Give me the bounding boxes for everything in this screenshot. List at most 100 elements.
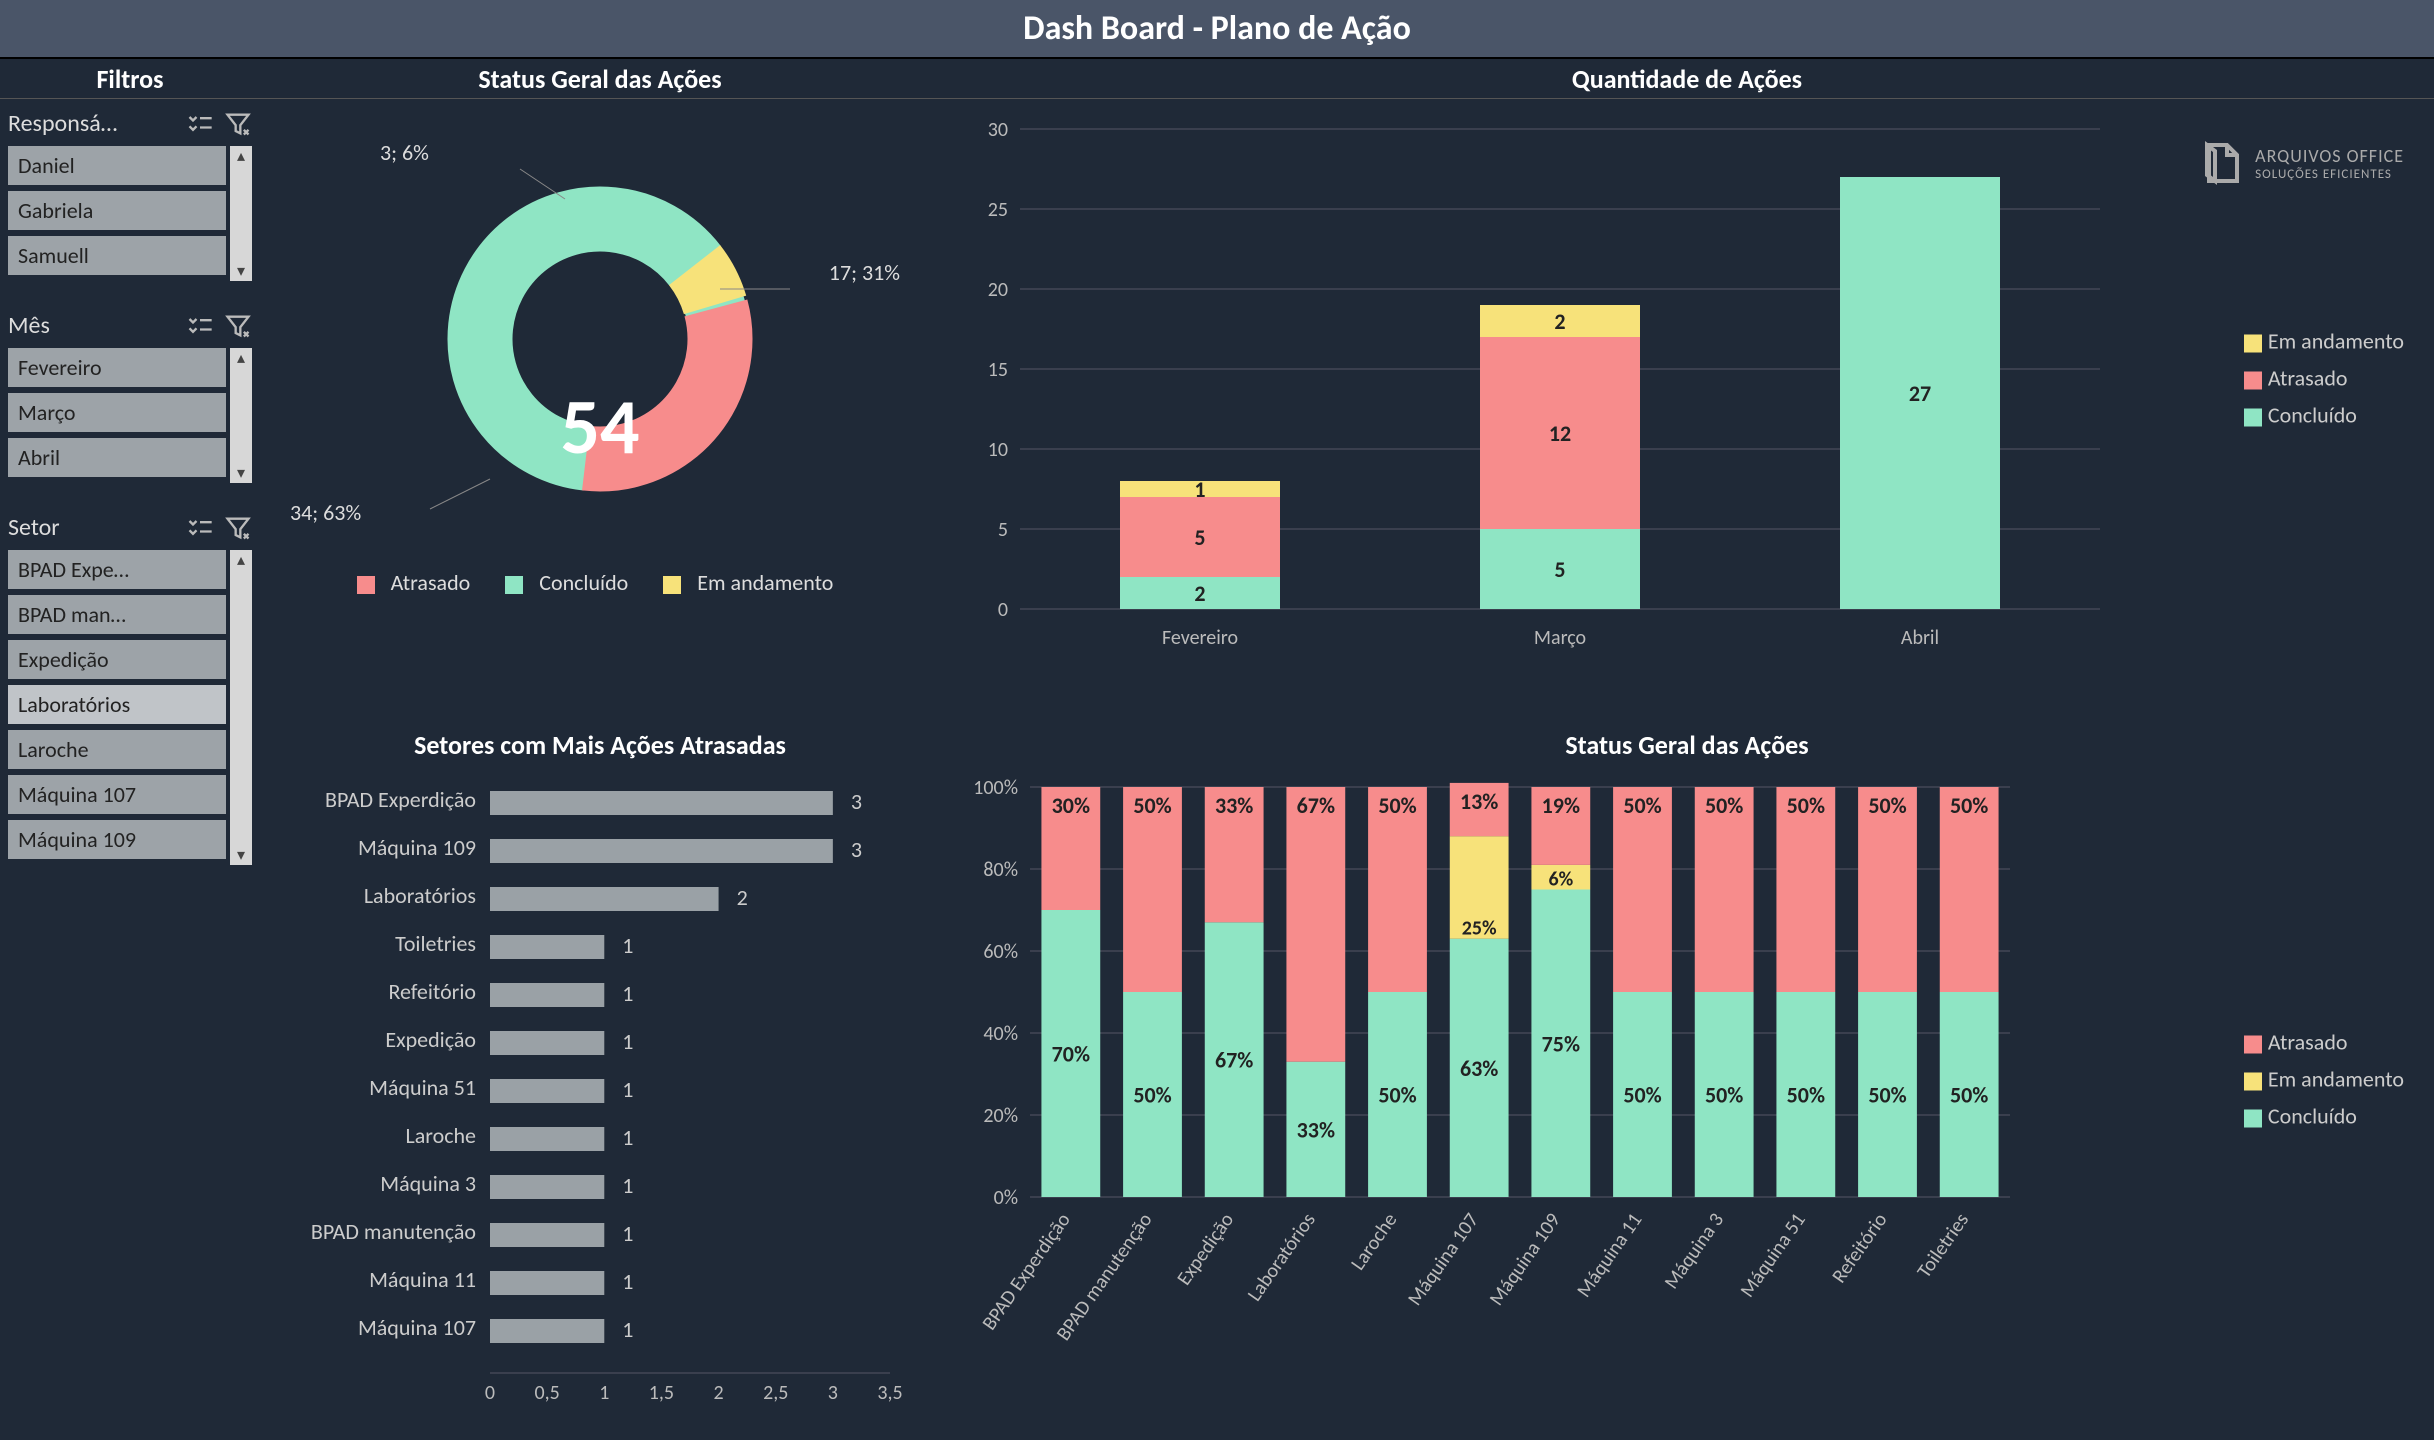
svg-text:1: 1 [622, 1124, 633, 1151]
svg-text:50%: 50% [1133, 792, 1171, 819]
svg-text:1: 1 [1194, 476, 1205, 503]
svg-text:50%: 50% [1705, 1082, 1743, 1109]
donut-header: Status Geral das Ações [260, 59, 940, 99]
svg-text:1: 1 [622, 1076, 633, 1103]
multiselect-icon[interactable] [186, 514, 214, 542]
svg-text:6%: 6% [1548, 868, 1573, 892]
scrollbar[interactable]: ▴▾ [230, 348, 252, 483]
svg-text:25: 25 [988, 198, 1008, 222]
svg-text:33%: 33% [1215, 792, 1253, 819]
svg-text:Abril: Abril [1901, 626, 1939, 650]
status2-chart: 0%20%40%60%80%100%BPAD ExperdiçãoBPAD ma… [950, 767, 2190, 1417]
svg-text:63%: 63% [1460, 1055, 1498, 1082]
status2-header: Status Geral das Ações [950, 729, 2424, 761]
slicer-item[interactable]: Samuell [8, 236, 226, 275]
svg-text:Máquina 109: Máquina 109 [1485, 1209, 1566, 1311]
brand-logo: ARQUIVOS OFFICESOLUÇÕES EFICIENTES [2197, 139, 2404, 187]
donut-label-atrasado: 17; 31% [829, 259, 900, 286]
slicer-item[interactable]: Abril [8, 438, 226, 477]
svg-text:25%: 25% [1462, 917, 1497, 941]
clear-filter-icon[interactable] [224, 312, 252, 340]
svg-text:1,5: 1,5 [649, 1381, 674, 1405]
svg-text:1: 1 [622, 1028, 633, 1055]
scrollbar[interactable]: ▴▾ [230, 550, 252, 865]
slicer-responsavel-label: Responsá… [8, 109, 176, 138]
sectors-panel: Setores com Mais Ações Atrasadas BPAD Ex… [260, 719, 940, 1439]
filters-panel: Responsá… Daniel Gabriela Samuell ▴▾ Mês [0, 99, 260, 1439]
svg-text:0%: 0% [994, 1186, 1018, 1210]
svg-text:5: 5 [1194, 524, 1205, 551]
svg-text:1: 1 [599, 1381, 609, 1405]
slicer-item[interactable]: BPAD man… [8, 595, 226, 634]
slicer-item[interactable]: Máquina 109 [8, 820, 226, 859]
svg-text:50%: 50% [1705, 792, 1743, 819]
svg-text:2: 2 [1554, 308, 1565, 335]
svg-text:75%: 75% [1542, 1030, 1580, 1057]
filters-header: Filtros [0, 59, 260, 99]
clear-filter-icon[interactable] [224, 110, 252, 138]
svg-text:60%: 60% [983, 940, 1018, 964]
svg-text:Máquina 51: Máquina 51 [369, 1074, 476, 1101]
sectors-chart: BPAD Experdição3Máquina 1093Laboratórios… [270, 767, 930, 1427]
svg-text:Máquina 3: Máquina 3 [380, 1170, 476, 1197]
svg-text:50%: 50% [1623, 792, 1661, 819]
svg-text:50%: 50% [1787, 792, 1825, 819]
slicer-item[interactable]: Laboratórios [8, 685, 226, 724]
svg-text:5: 5 [998, 518, 1008, 542]
svg-text:Expedição: Expedição [385, 1026, 476, 1053]
scrollbar[interactable]: ▴▾ [230, 146, 252, 281]
slicer-item[interactable]: Expedição [8, 640, 226, 679]
svg-text:50%: 50% [1787, 1082, 1825, 1109]
donut-panel: 54 17; 31% 34; 63% 3; 6% Atrasado Conclu… [260, 99, 940, 719]
donut-label-concluido: 34; 63% [290, 499, 361, 526]
svg-text:2: 2 [1194, 580, 1205, 607]
svg-text:70%: 70% [1052, 1041, 1090, 1068]
svg-text:30: 30 [988, 118, 1008, 142]
svg-text:Máquina 51: Máquina 51 [1735, 1209, 1810, 1302]
svg-text:50%: 50% [1868, 792, 1906, 819]
svg-text:Máquina 11: Máquina 11 [369, 1266, 476, 1293]
svg-text:30%: 30% [1052, 792, 1090, 819]
status2-panel: Status Geral das Ações 0%20%40%60%80%100… [940, 719, 2434, 1439]
svg-text:3: 3 [828, 1381, 838, 1405]
svg-text:50%: 50% [1378, 792, 1416, 819]
svg-text:Máquina 3: Máquina 3 [1660, 1209, 1730, 1294]
qty-legend: Em andamento Atrasado Concluído [2244, 318, 2404, 439]
slicer-item[interactable]: Máquina 107 [8, 775, 226, 814]
svg-text:Refeitório: Refeitório [388, 978, 476, 1005]
slicer-item[interactable]: BPAD Expe… [8, 550, 226, 589]
slicer-item[interactable]: Laroche [8, 730, 226, 769]
svg-text:BPAD manutenção: BPAD manutenção [311, 1218, 476, 1245]
svg-text:10: 10 [988, 438, 1008, 462]
qty-header: Quantidade de Ações [940, 59, 2434, 99]
svg-text:3: 3 [851, 836, 862, 863]
svg-text:3,5: 3,5 [877, 1381, 902, 1405]
qty-panel: ARQUIVOS OFFICESOLUÇÕES EFICIENTES 05101… [940, 99, 2434, 719]
svg-text:Expedição: Expedição [1172, 1209, 1239, 1290]
slicer-item[interactable]: Março [8, 393, 226, 432]
slicer-setor[interactable]: Setor BPAD Expe… BPAD man… Expedição Lab… [8, 513, 252, 865]
svg-text:Máquina 109: Máquina 109 [358, 834, 476, 861]
svg-text:1: 1 [622, 1172, 633, 1199]
svg-text:27: 27 [1909, 380, 1931, 407]
slicer-item[interactable]: Gabriela [8, 191, 226, 230]
svg-text:33%: 33% [1297, 1116, 1335, 1143]
svg-text:1: 1 [622, 1220, 633, 1247]
slicer-mes[interactable]: Mês Fevereiro Março Abril ▴▾ [8, 311, 252, 483]
slicer-responsavel[interactable]: Responsá… Daniel Gabriela Samuell ▴▾ [8, 109, 252, 281]
slicer-item[interactable]: Daniel [8, 146, 226, 185]
sectors-header: Setores com Mais Ações Atrasadas [270, 729, 930, 761]
clear-filter-icon[interactable] [224, 514, 252, 542]
status2-legend: Atrasado Em andamento Concluído [2244, 1019, 2404, 1140]
svg-text:100%: 100% [973, 776, 1018, 800]
svg-text:80%: 80% [983, 858, 1018, 882]
multiselect-icon[interactable] [186, 312, 214, 340]
multiselect-icon[interactable] [186, 110, 214, 138]
donut-total: 54 [260, 379, 940, 474]
page-title: Dash Board - Plano de Ação [0, 0, 2434, 59]
donut-legend: Atrasado Concluído Em andamento [270, 569, 930, 596]
svg-text:0,5: 0,5 [535, 1381, 560, 1405]
svg-text:20: 20 [988, 278, 1008, 302]
slicer-item[interactable]: Fevereiro [8, 348, 226, 387]
svg-text:Máquina 11: Máquina 11 [1572, 1209, 1647, 1302]
